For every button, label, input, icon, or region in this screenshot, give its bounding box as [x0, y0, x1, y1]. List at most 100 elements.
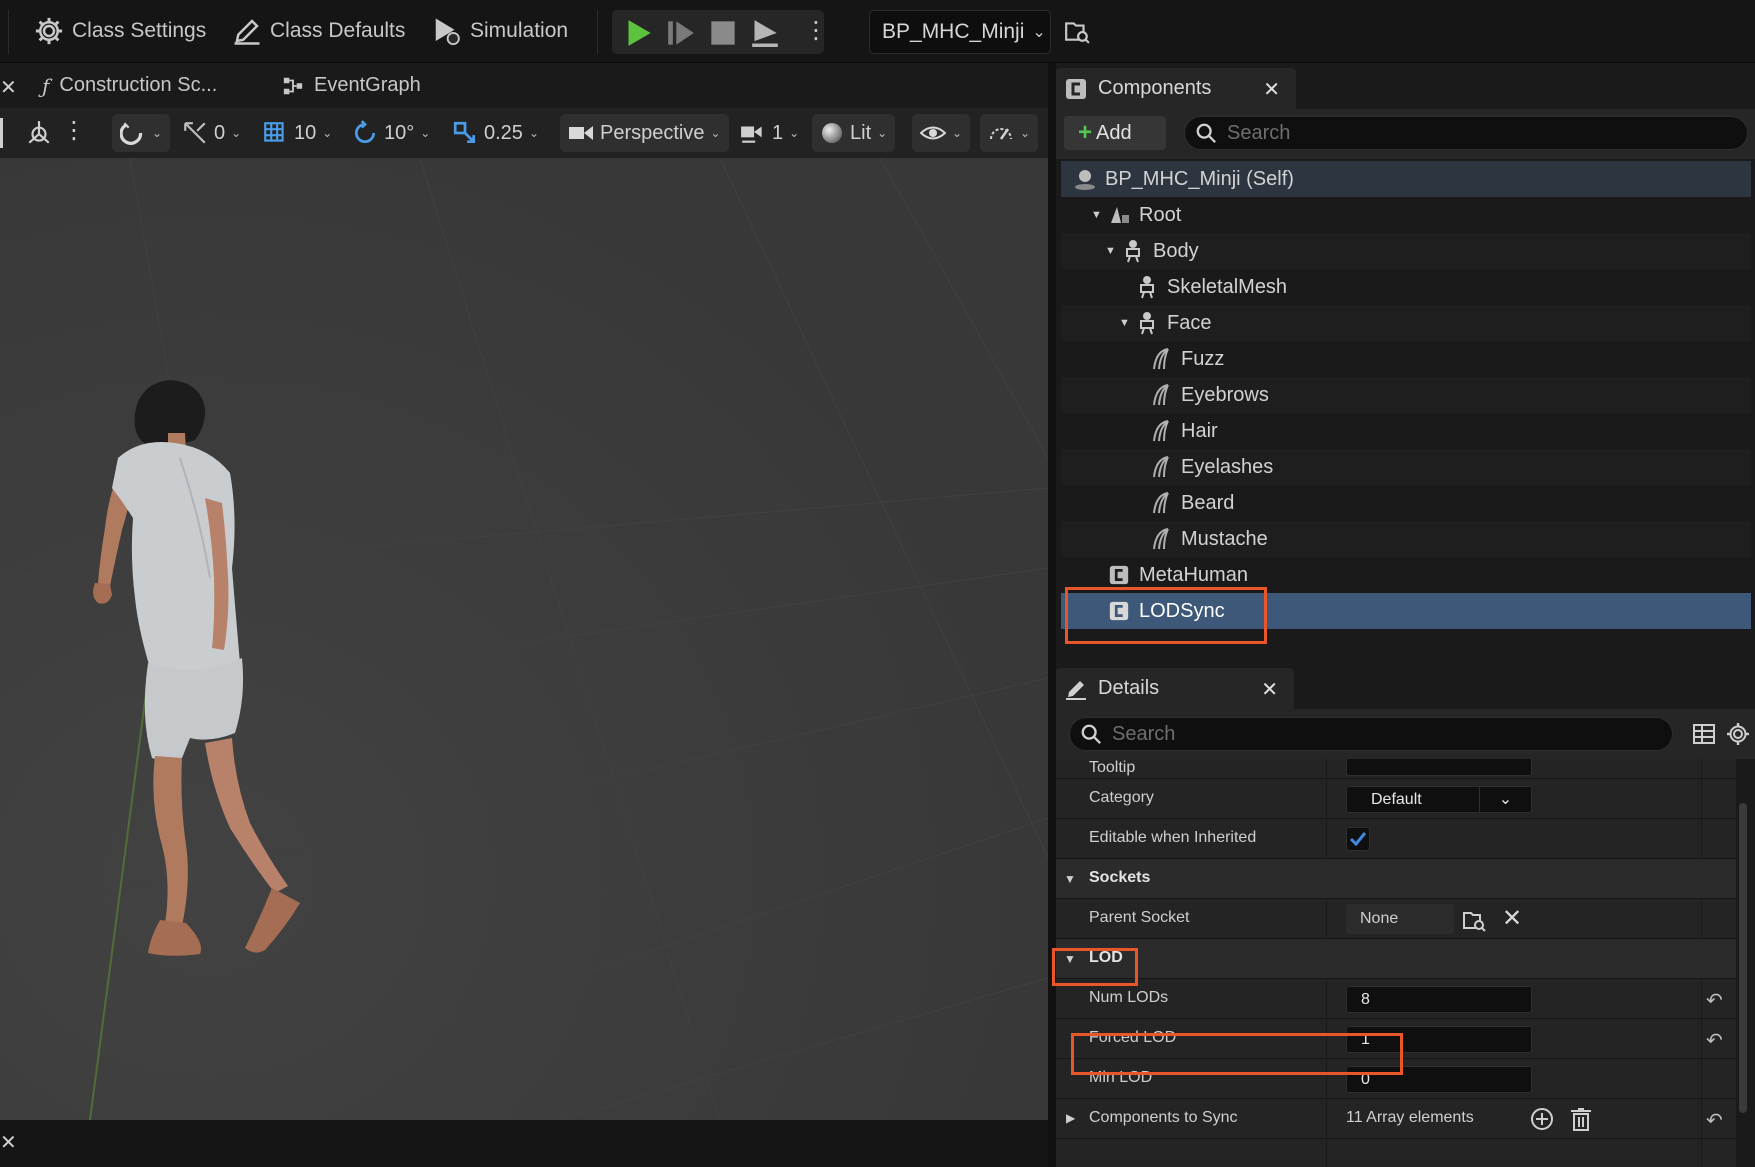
- view-mode-dropdown[interactable]: Perspective ⌄: [560, 114, 729, 152]
- num-lods-input[interactable]: 8: [1346, 986, 1532, 1013]
- tree-item-fuzz[interactable]: Fuzz: [1061, 341, 1751, 377]
- column-divider: [1326, 1099, 1327, 1139]
- rotation-snap-dropdown[interactable]: 10° ⌄: [352, 114, 430, 152]
- viewport[interactable]: [0, 158, 1048, 1120]
- caret-down-icon[interactable]: ▼: [1064, 872, 1076, 886]
- camera-speed-dropdown[interactable]: 1 ⌄: [740, 114, 799, 152]
- details-scrollbar[interactable]: [1739, 803, 1747, 1113]
- category-sockets[interactable]: ▼ Sockets: [1056, 859, 1736, 899]
- close-icon[interactable]: ✕: [0, 1130, 17, 1155]
- category-lod[interactable]: ▼ LOD: [1056, 939, 1736, 979]
- class-defaults-button[interactable]: Class Defaults: [232, 12, 405, 50]
- close-icon[interactable]: ✕: [1261, 677, 1278, 702]
- caret-down-icon[interactable]: ▼: [1105, 245, 1119, 257]
- column-divider: [1326, 779, 1327, 819]
- simulation-button[interactable]: Simulation: [432, 12, 568, 50]
- parent-socket-field[interactable]: None: [1346, 904, 1454, 934]
- tree-item-beard[interactable]: Beard: [1061, 485, 1751, 521]
- groom-icon: [1147, 417, 1175, 445]
- groom-icon: [1147, 345, 1175, 373]
- chevron-down-icon[interactable]: ⌄: [1479, 787, 1531, 812]
- num-lods-value: 8: [1361, 991, 1370, 1008]
- lighting-mode-label: Lit: [850, 121, 872, 144]
- stop-icon[interactable]: [709, 19, 737, 47]
- caret-down-icon[interactable]: ▼: [1091, 209, 1105, 221]
- property-row-parent-socket: Parent Socket None ✕: [1056, 899, 1736, 939]
- more-options-icon[interactable]: ⋮: [804, 16, 828, 45]
- property-row-category: Category Default ⌄: [1056, 779, 1736, 819]
- tree-item-label: BP_MHC_Minji (Self): [1105, 167, 1294, 190]
- search-icon: [1081, 724, 1101, 744]
- skeletal-mesh-icon: [1133, 273, 1161, 301]
- function-icon: ƒ: [42, 73, 50, 98]
- tree-item-root[interactable]: ▼ Root: [1061, 197, 1751, 233]
- caret-right-icon[interactable]: ▶: [1066, 1111, 1075, 1125]
- search-icon: [1196, 123, 1216, 143]
- class-settings-button[interactable]: Class Settings: [34, 12, 206, 50]
- translate-snap-dropdown[interactable]: 0 ⌄: [182, 114, 241, 152]
- class-defaults-label: Class Defaults: [270, 19, 406, 42]
- more-options-icon[interactable]: ⋮: [62, 116, 86, 145]
- reset-to-default-icon[interactable]: ↶: [1706, 1108, 1723, 1133]
- gear-icon[interactable]: [1726, 721, 1750, 747]
- property-row-tooltip: Tooltip: [1056, 759, 1736, 779]
- components-tree: BP_MHC_Minji (Self) ▼ Root ▼ Body Skelet…: [1061, 161, 1751, 629]
- components-search-input[interactable]: Search: [1184, 116, 1748, 150]
- browse-folder-icon[interactable]: [1462, 908, 1486, 932]
- caret-down-icon[interactable]: ▼: [1119, 317, 1133, 329]
- add-element-icon[interactable]: [1530, 1107, 1554, 1131]
- add-component-button[interactable]: + Add: [1064, 116, 1166, 150]
- tree-item-label: Hair: [1181, 419, 1218, 442]
- tab-construction-script[interactable]: ƒ Construction Sc...: [42, 63, 217, 108]
- tree-item-self[interactable]: BP_MHC_Minji (Self): [1061, 161, 1751, 197]
- details-search-input[interactable]: Search: [1069, 717, 1673, 751]
- grid-snap-value: 10: [294, 121, 317, 144]
- graph-tab-strip: ✕ ƒ Construction Sc... EventGraph: [0, 63, 1048, 108]
- category-combobox[interactable]: Default ⌄: [1346, 786, 1532, 813]
- components-tab[interactable]: Components ✕: [1056, 68, 1296, 109]
- tree-item-mustache[interactable]: Mustache: [1061, 521, 1751, 557]
- editable-checkbox[interactable]: [1346, 827, 1370, 851]
- step-icon[interactable]: [667, 19, 695, 47]
- column-divider: [1326, 1139, 1327, 1167]
- close-icon[interactable]: ✕: [1263, 77, 1280, 102]
- details-tab[interactable]: Details ✕: [1056, 668, 1294, 709]
- scale-snap-dropdown[interactable]: 0.25 ⌄: [452, 114, 539, 152]
- panel-splitter[interactable]: [1048, 63, 1056, 1167]
- reset-to-default-icon[interactable]: ↶: [1706, 1028, 1723, 1053]
- simulation-label: Simulation: [470, 19, 569, 42]
- close-icon[interactable]: ✕: [0, 75, 17, 100]
- lighting-mode-dropdown[interactable]: Lit ⌄: [812, 114, 896, 152]
- tab-label: EventGraph: [314, 74, 421, 96]
- tree-item-hair[interactable]: Hair: [1061, 413, 1751, 449]
- tooltip-field[interactable]: [1346, 759, 1532, 776]
- eject-icon[interactable]: [751, 19, 779, 47]
- tree-item-skeletalmesh[interactable]: SkeletalMesh: [1061, 269, 1751, 305]
- show-flags-dropdown[interactable]: ⌄: [912, 114, 971, 152]
- tree-item-face[interactable]: ▼ Face: [1061, 305, 1751, 341]
- column-divider: [1701, 819, 1702, 859]
- table-view-icon[interactable]: [1692, 722, 1716, 746]
- tree-item-label: SkeletalMesh: [1167, 275, 1288, 298]
- play-icon[interactable]: [625, 19, 653, 47]
- view-mode-label: Perspective: [600, 121, 705, 144]
- tree-item-label: Eyebrows: [1181, 383, 1269, 406]
- tree-item-eyelashes[interactable]: Eyelashes: [1061, 449, 1751, 485]
- component-icon: [1105, 561, 1133, 589]
- tree-item-label: Face: [1167, 311, 1212, 334]
- tree-item-label: Mustache: [1181, 527, 1268, 550]
- tree-item-eyebrows[interactable]: Eyebrows: [1061, 377, 1751, 413]
- reset-to-default-icon[interactable]: ↶: [1706, 988, 1723, 1013]
- clear-icon[interactable]: ✕: [1502, 904, 1522, 933]
- browse-folder-icon[interactable]: [1064, 18, 1090, 44]
- transform-mode-icon[interactable]: [26, 120, 52, 146]
- column-divider: [1701, 1059, 1702, 1099]
- tab-event-graph[interactable]: EventGraph: [282, 63, 421, 108]
- trash-icon[interactable]: [1570, 1107, 1592, 1131]
- chevron-down-icon: ⌄: [152, 126, 163, 140]
- tree-item-body[interactable]: ▼ Body: [1061, 233, 1751, 269]
- snap-options-dropdown[interactable]: ⌄: [112, 114, 171, 152]
- grid-snap-dropdown[interactable]: 10 ⌄: [262, 114, 332, 152]
- performance-dropdown[interactable]: ⌄: [980, 114, 1039, 152]
- blueprint-debug-select[interactable]: BP_MHC_Minji ⌄: [869, 10, 1051, 54]
